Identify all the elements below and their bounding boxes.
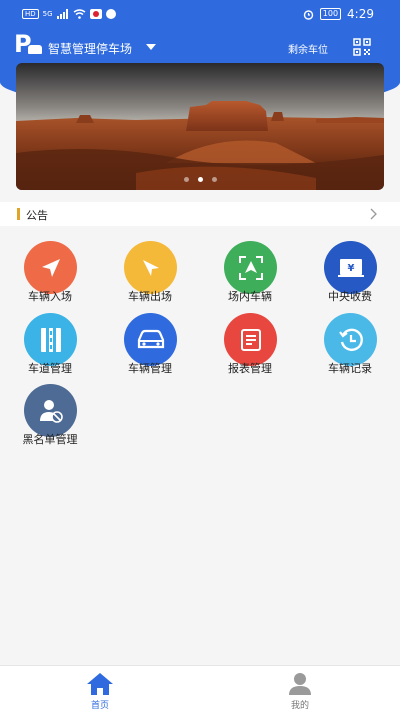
svg-text:¥: ¥	[347, 263, 354, 274]
menu-label: 场内车辆	[228, 290, 272, 303]
nav-tab-mine[interactable]: 我的	[200, 666, 400, 711]
menu-vehicles-in-lot[interactable]: 场内车辆	[200, 236, 300, 308]
signal-icon	[56, 9, 68, 19]
menu-blacklist-management[interactable]: 黑名单管理	[0, 379, 100, 451]
clock: 4:29	[347, 7, 374, 21]
menu-central-payment[interactable]: ¥ 中央收费	[300, 236, 400, 308]
home-icon	[87, 673, 113, 695]
bottom-navigation: 首页 我的	[0, 665, 400, 711]
network-badge: 5G	[42, 10, 53, 18]
status-bar: HD 5G 100 4:29	[0, 0, 400, 30]
menu-vehicle-exit[interactable]: 车辆出场	[100, 236, 200, 308]
qr-code-scan-icon[interactable]	[353, 38, 371, 56]
app-header: P 智慧管理停车场 剩余车位	[0, 30, 400, 62]
carousel-dot[interactable]	[211, 177, 217, 182]
desert-landscape-image	[16, 63, 384, 190]
parked-vehicle-icon	[238, 255, 263, 280]
remaining-spots-link[interactable]: 剩余车位	[288, 41, 328, 56]
menu-label: 黑名单管理	[22, 433, 78, 446]
user-icon	[289, 673, 311, 695]
blacklist-user-icon	[39, 399, 63, 423]
nav-label-mine: 我的	[290, 701, 309, 711]
carousel-dot-active[interactable]	[197, 177, 203, 182]
battery-icon: 100	[319, 8, 342, 20]
announcement-accent	[17, 208, 20, 220]
report-icon	[240, 328, 261, 351]
menu-label: 车道管理	[28, 362, 72, 375]
parking-logo-icon: P	[14, 30, 44, 58]
nav-tab-home[interactable]: 首页	[0, 666, 200, 711]
menu-label: 报表管理	[228, 362, 272, 375]
chevron-down-icon[interactable]	[146, 44, 156, 50]
lane-icon	[40, 327, 61, 352]
alarm-icon	[303, 9, 313, 20]
hd-badge: HD	[22, 9, 39, 19]
menu-label: 车辆入场	[28, 290, 72, 303]
notification-app-icon	[89, 9, 102, 19]
carousel-dot[interactable]	[183, 177, 189, 182]
menu-label: 车辆管理	[128, 362, 172, 375]
menu-label: 车辆出场	[128, 290, 172, 303]
menu-vehicle-management[interactable]: 车辆管理	[100, 308, 200, 380]
announcement-bar[interactable]: 公告	[0, 202, 400, 226]
car-icon	[137, 329, 164, 348]
chevron-right-icon[interactable]	[368, 207, 378, 221]
exit-arrow-icon	[142, 259, 159, 276]
nav-label-home: 首页	[90, 701, 109, 711]
banner-carousel[interactable]	[16, 63, 384, 190]
menu-label: 车辆记录	[328, 362, 372, 375]
parking-lot-selector[interactable]: 智慧管理停车场	[48, 40, 132, 57]
history-icon	[338, 328, 363, 351]
menu-report-management[interactable]: 报表管理	[200, 308, 300, 380]
navigation-arrow-icon	[41, 258, 60, 277]
menu-lane-management[interactable]: 车道管理	[0, 308, 100, 380]
wifi-icon	[73, 9, 85, 19]
payment-icon: ¥	[337, 258, 364, 277]
menu-label: 中央收费	[328, 290, 372, 303]
carousel-indicators	[16, 177, 384, 182]
message-app-icon	[105, 9, 116, 19]
menu-vehicle-records[interactable]: 车辆记录	[300, 308, 400, 380]
menu-vehicle-entry[interactable]: 车辆入场	[0, 236, 100, 308]
announcement-label: 公告	[26, 209, 48, 222]
